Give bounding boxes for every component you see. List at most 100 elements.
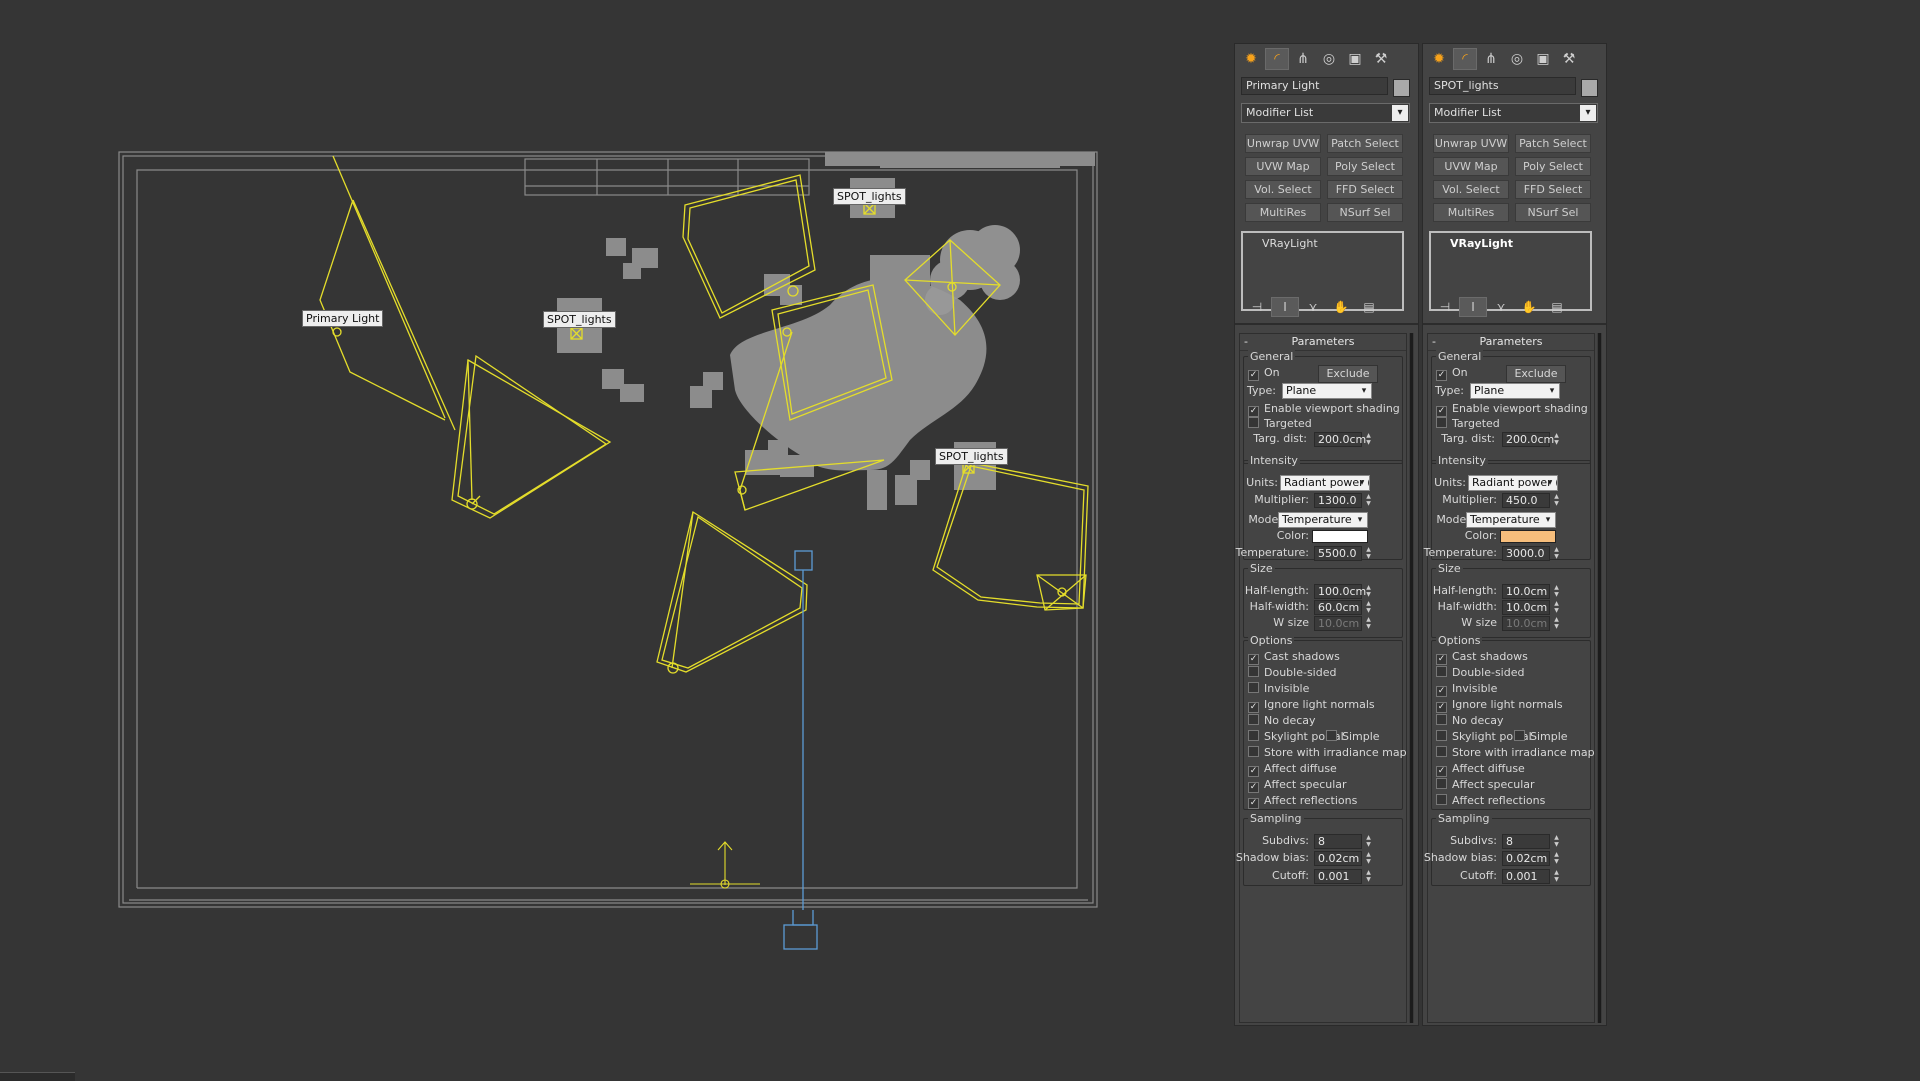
skylight-portal-toggle-checkbox[interactable] — [1436, 730, 1447, 741]
store-with-irradiance-toggle[interactable]: Store with irradiance map — [1436, 745, 1595, 761]
tab-create[interactable]: ✹ — [1427, 48, 1451, 70]
cutoff-input[interactable]: 0.001 — [1502, 869, 1550, 884]
tab-modify[interactable]: ◜ — [1453, 48, 1477, 70]
double-sided-toggle[interactable]: Double-sided — [1248, 665, 1336, 681]
multiplier-input[interactable]: 1300.0 — [1314, 493, 1362, 508]
multiplier-input[interactable]: 450.0 — [1502, 493, 1550, 508]
modifier-button-patch-select[interactable]: Patch Select — [1327, 134, 1403, 153]
light-color-swatch[interactable] — [1312, 530, 1368, 543]
collapse-icon[interactable]: - — [1244, 334, 1248, 349]
double-sided-toggle-checkbox[interactable] — [1248, 666, 1259, 677]
targeted-toggle[interactable]: Targeted — [1436, 416, 1500, 432]
ignore-light-normals-toggle[interactable]: ✓ Ignore light normals — [1436, 697, 1563, 713]
on-toggle[interactable]: ✓ On — [1436, 365, 1468, 381]
mode-dropdown[interactable]: Temperature ▾ — [1466, 512, 1556, 528]
modifier-button-multires[interactable]: MultiRes — [1433, 203, 1509, 222]
spinner-arrows-icon[interactable]: ▲ ▼ — [1552, 432, 1561, 447]
simple-toggle[interactable]: Simple — [1326, 729, 1380, 745]
make-unique-button[interactable]: ⋎ — [1299, 297, 1327, 317]
shadow-bias-input[interactable]: 0.02cm — [1502, 851, 1550, 866]
shadow-bias-input[interactable]: 0.02cm — [1314, 851, 1362, 866]
tab-create[interactable]: ✹ — [1239, 48, 1263, 70]
modifier-button-poly-select[interactable]: Poly Select — [1515, 157, 1591, 176]
w-size-input[interactable]: 10.0cm — [1314, 616, 1362, 631]
store-with-irradiance-toggle-checkbox[interactable] — [1436, 746, 1447, 757]
no-decay-toggle[interactable]: No decay — [1248, 713, 1316, 729]
half-length-input[interactable]: 100.0cm — [1314, 584, 1366, 599]
cutoff-input[interactable]: 0.001 — [1314, 869, 1362, 884]
tab-display[interactable]: ▣ — [1531, 48, 1555, 70]
skylight-portal-toggle-checkbox[interactable] — [1248, 730, 1259, 741]
spinner-arrows-icon[interactable]: ▲ ▼ — [1364, 869, 1373, 884]
stack-entry-vraylight[interactable]: VRayLight — [1433, 236, 1588, 251]
targeted-toggle-checkbox[interactable] — [1436, 417, 1447, 428]
affect-reflections-toggle[interactable]: Affect reflections — [1436, 793, 1545, 809]
show-end-result-button[interactable]: I — [1271, 297, 1299, 317]
spinner-arrows-icon[interactable]: ▲ ▼ — [1552, 493, 1561, 508]
affect-specular-toggle-checkbox[interactable]: ✓ — [1248, 782, 1259, 793]
spinner-arrows-icon[interactable]: ▲ ▼ — [1364, 600, 1373, 615]
modifier-list-dropdown[interactable]: Modifier List ▾ — [1241, 103, 1410, 123]
modifier-button-uvw-map[interactable]: UVW Map — [1433, 157, 1509, 176]
tab-hierarchy[interactable]: ⋔ — [1479, 48, 1503, 70]
affect-specular-toggle[interactable]: Affect specular — [1436, 777, 1535, 793]
remove-modifier-button[interactable]: ✋ — [1515, 297, 1543, 317]
no-decay-toggle-checkbox[interactable] — [1436, 714, 1447, 725]
targ-dist-input[interactable]: 200.0cm — [1502, 432, 1554, 447]
half-width-input[interactable]: 60.0cm — [1314, 600, 1362, 615]
ignore-light-normals-toggle-checkbox[interactable]: ✓ — [1248, 702, 1259, 713]
make-unique-button[interactable]: ⋎ — [1487, 297, 1515, 317]
no-decay-toggle-checkbox[interactable] — [1248, 714, 1259, 725]
simple-toggle-checkbox[interactable] — [1514, 730, 1525, 741]
temperature-input[interactable]: 3000.0 — [1502, 546, 1550, 561]
stack-entry-vraylight[interactable]: VRayLight — [1245, 236, 1400, 251]
modifier-button-poly-select[interactable]: Poly Select — [1327, 157, 1403, 176]
modifier-button-ffd-select[interactable]: FFD Select — [1327, 180, 1403, 199]
spinner-arrows-icon[interactable]: ▲ ▼ — [1364, 546, 1373, 561]
spinner-arrows-icon[interactable]: ▲ ▼ — [1552, 584, 1561, 599]
ignore-light-normals-toggle[interactable]: ✓ Ignore light normals — [1248, 697, 1375, 713]
spinner-arrows-icon[interactable]: ▲ ▼ — [1552, 546, 1561, 561]
spinner-arrows-icon[interactable]: ▲ ▼ — [1364, 851, 1373, 866]
modifier-button-unwrap-uvw[interactable]: Unwrap UVW — [1433, 134, 1509, 153]
modifier-button-ffd-select[interactable]: FFD Select — [1515, 180, 1591, 199]
type-dropdown[interactable]: Plane ▾ — [1470, 383, 1560, 399]
collapse-icon[interactable]: - — [1432, 334, 1436, 349]
tab-motion[interactable]: ◎ — [1317, 48, 1341, 70]
spinner-arrows-icon[interactable]: ▲ ▼ — [1364, 834, 1373, 849]
on-toggle[interactable]: ✓ On — [1248, 365, 1280, 381]
tab-hierarchy[interactable]: ⋔ — [1291, 48, 1315, 70]
light-color-swatch[interactable] — [1500, 530, 1556, 543]
ignore-light-normals-toggle-checkbox[interactable]: ✓ — [1436, 702, 1447, 713]
spinner-arrows-icon[interactable]: ▲ ▼ — [1552, 616, 1561, 631]
simple-toggle[interactable]: Simple — [1514, 729, 1568, 745]
panel-scrollbar[interactable] — [1597, 333, 1602, 1023]
object-name-field[interactable]: Primary Light — [1241, 77, 1388, 95]
tab-modify[interactable]: ◜ — [1265, 48, 1289, 70]
simple-toggle-checkbox[interactable] — [1326, 730, 1337, 741]
cast-shadows-toggle-checkbox[interactable]: ✓ — [1436, 654, 1447, 665]
remove-modifier-button[interactable]: ✋ — [1327, 297, 1355, 317]
scene-wireframe[interactable] — [0, 0, 1920, 1080]
units-dropdown[interactable]: Radiant power (W▾ — [1280, 475, 1370, 491]
configure-sets-button[interactable]: ▤ — [1543, 297, 1571, 317]
viewport-top[interactable]: Primary Light SPOT_lights SPOT_lights SP… — [0, 0, 1920, 1080]
object-name-field[interactable]: SPOT_lights — [1429, 77, 1576, 95]
modifier-button-nsurf-sel[interactable]: NSurf Sel — [1515, 203, 1591, 222]
viewport-shading-toggle[interactable]: ✓ Enable viewport shading — [1248, 401, 1400, 417]
show-end-result-button[interactable]: I — [1459, 297, 1487, 317]
tab-utilities[interactable]: ⚒ — [1369, 48, 1393, 70]
modifier-button-uvw-map[interactable]: UVW Map — [1245, 157, 1321, 176]
affect-diffuse-toggle-checkbox[interactable]: ✓ — [1248, 766, 1259, 777]
units-dropdown[interactable]: Radiant power (W▾ — [1468, 475, 1558, 491]
store-with-irradiance-toggle[interactable]: Store with irradiance map — [1248, 745, 1407, 761]
modifier-list-dropdown[interactable]: Modifier List ▾ — [1429, 103, 1598, 123]
type-dropdown[interactable]: Plane ▾ — [1282, 383, 1372, 399]
spinner-arrows-icon[interactable]: ▲ ▼ — [1364, 493, 1373, 508]
scrollbar-thumb[interactable] — [1410, 333, 1413, 1023]
object-color-swatch[interactable] — [1393, 79, 1410, 97]
invisible-toggle[interactable]: Invisible — [1248, 681, 1309, 697]
object-color-swatch[interactable] — [1581, 79, 1598, 97]
targ-dist-input[interactable]: 200.0cm — [1314, 432, 1366, 447]
spinner-arrows-icon[interactable]: ▲ ▼ — [1552, 851, 1561, 866]
